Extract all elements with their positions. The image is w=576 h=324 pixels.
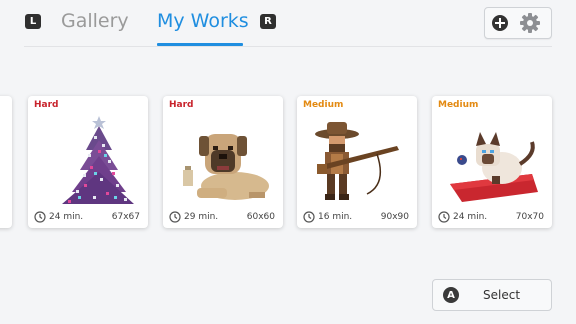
toolbar	[484, 7, 552, 39]
difficulty-label: Medium	[303, 100, 344, 110]
christmas-tree-artwork	[62, 116, 134, 204]
grid-size-label: 60x60	[246, 212, 275, 222]
clock-icon	[303, 211, 315, 223]
time-label: 24 min.	[49, 212, 84, 222]
cowboy-with-rifle-artwork	[315, 122, 399, 200]
work-card[interactable]: Hard 24 min. 67x67	[28, 96, 148, 228]
grid-size-label: 90x90	[380, 212, 409, 222]
grid-size-label: 67x67	[111, 212, 140, 222]
work-card[interactable]: Medium 24 min. 70x70	[432, 96, 552, 228]
difficulty-label: Hard	[169, 100, 194, 110]
time-label: 16 min.	[318, 212, 353, 222]
clock-icon	[169, 211, 181, 223]
plus-circle-icon[interactable]	[491, 14, 509, 32]
mastiff-dog-artwork	[183, 134, 269, 200]
time-label: 24 min.	[453, 212, 488, 222]
a-button-badge: A	[443, 287, 459, 303]
tab-my-works[interactable]: My Works	[157, 10, 249, 32]
clock-icon	[438, 211, 450, 223]
difficulty-label: Medium	[438, 100, 479, 110]
top-bar: L Gallery My Works R	[0, 0, 576, 46]
l-shoulder-key-badge: L	[25, 14, 41, 29]
time-label: 29 min.	[184, 212, 219, 222]
difficulty-label: Hard	[34, 100, 59, 110]
gear-icon[interactable]	[519, 12, 541, 34]
partial-card[interactable]	[0, 96, 12, 228]
header-divider	[24, 46, 552, 47]
siamese-cat-on-cushion-artwork	[450, 132, 538, 202]
clock-icon	[34, 211, 46, 223]
r-shoulder-key-badge: R	[260, 14, 276, 29]
tab-gallery[interactable]: Gallery	[61, 10, 129, 32]
select-label: Select	[483, 288, 521, 302]
select-button[interactable]: A Select	[432, 279, 552, 311]
work-card[interactable]: Medium 16 min. 90x90	[297, 96, 417, 228]
grid-size-label: 70x70	[515, 212, 544, 222]
work-card[interactable]: Hard 29 min. 60x60	[163, 96, 283, 228]
